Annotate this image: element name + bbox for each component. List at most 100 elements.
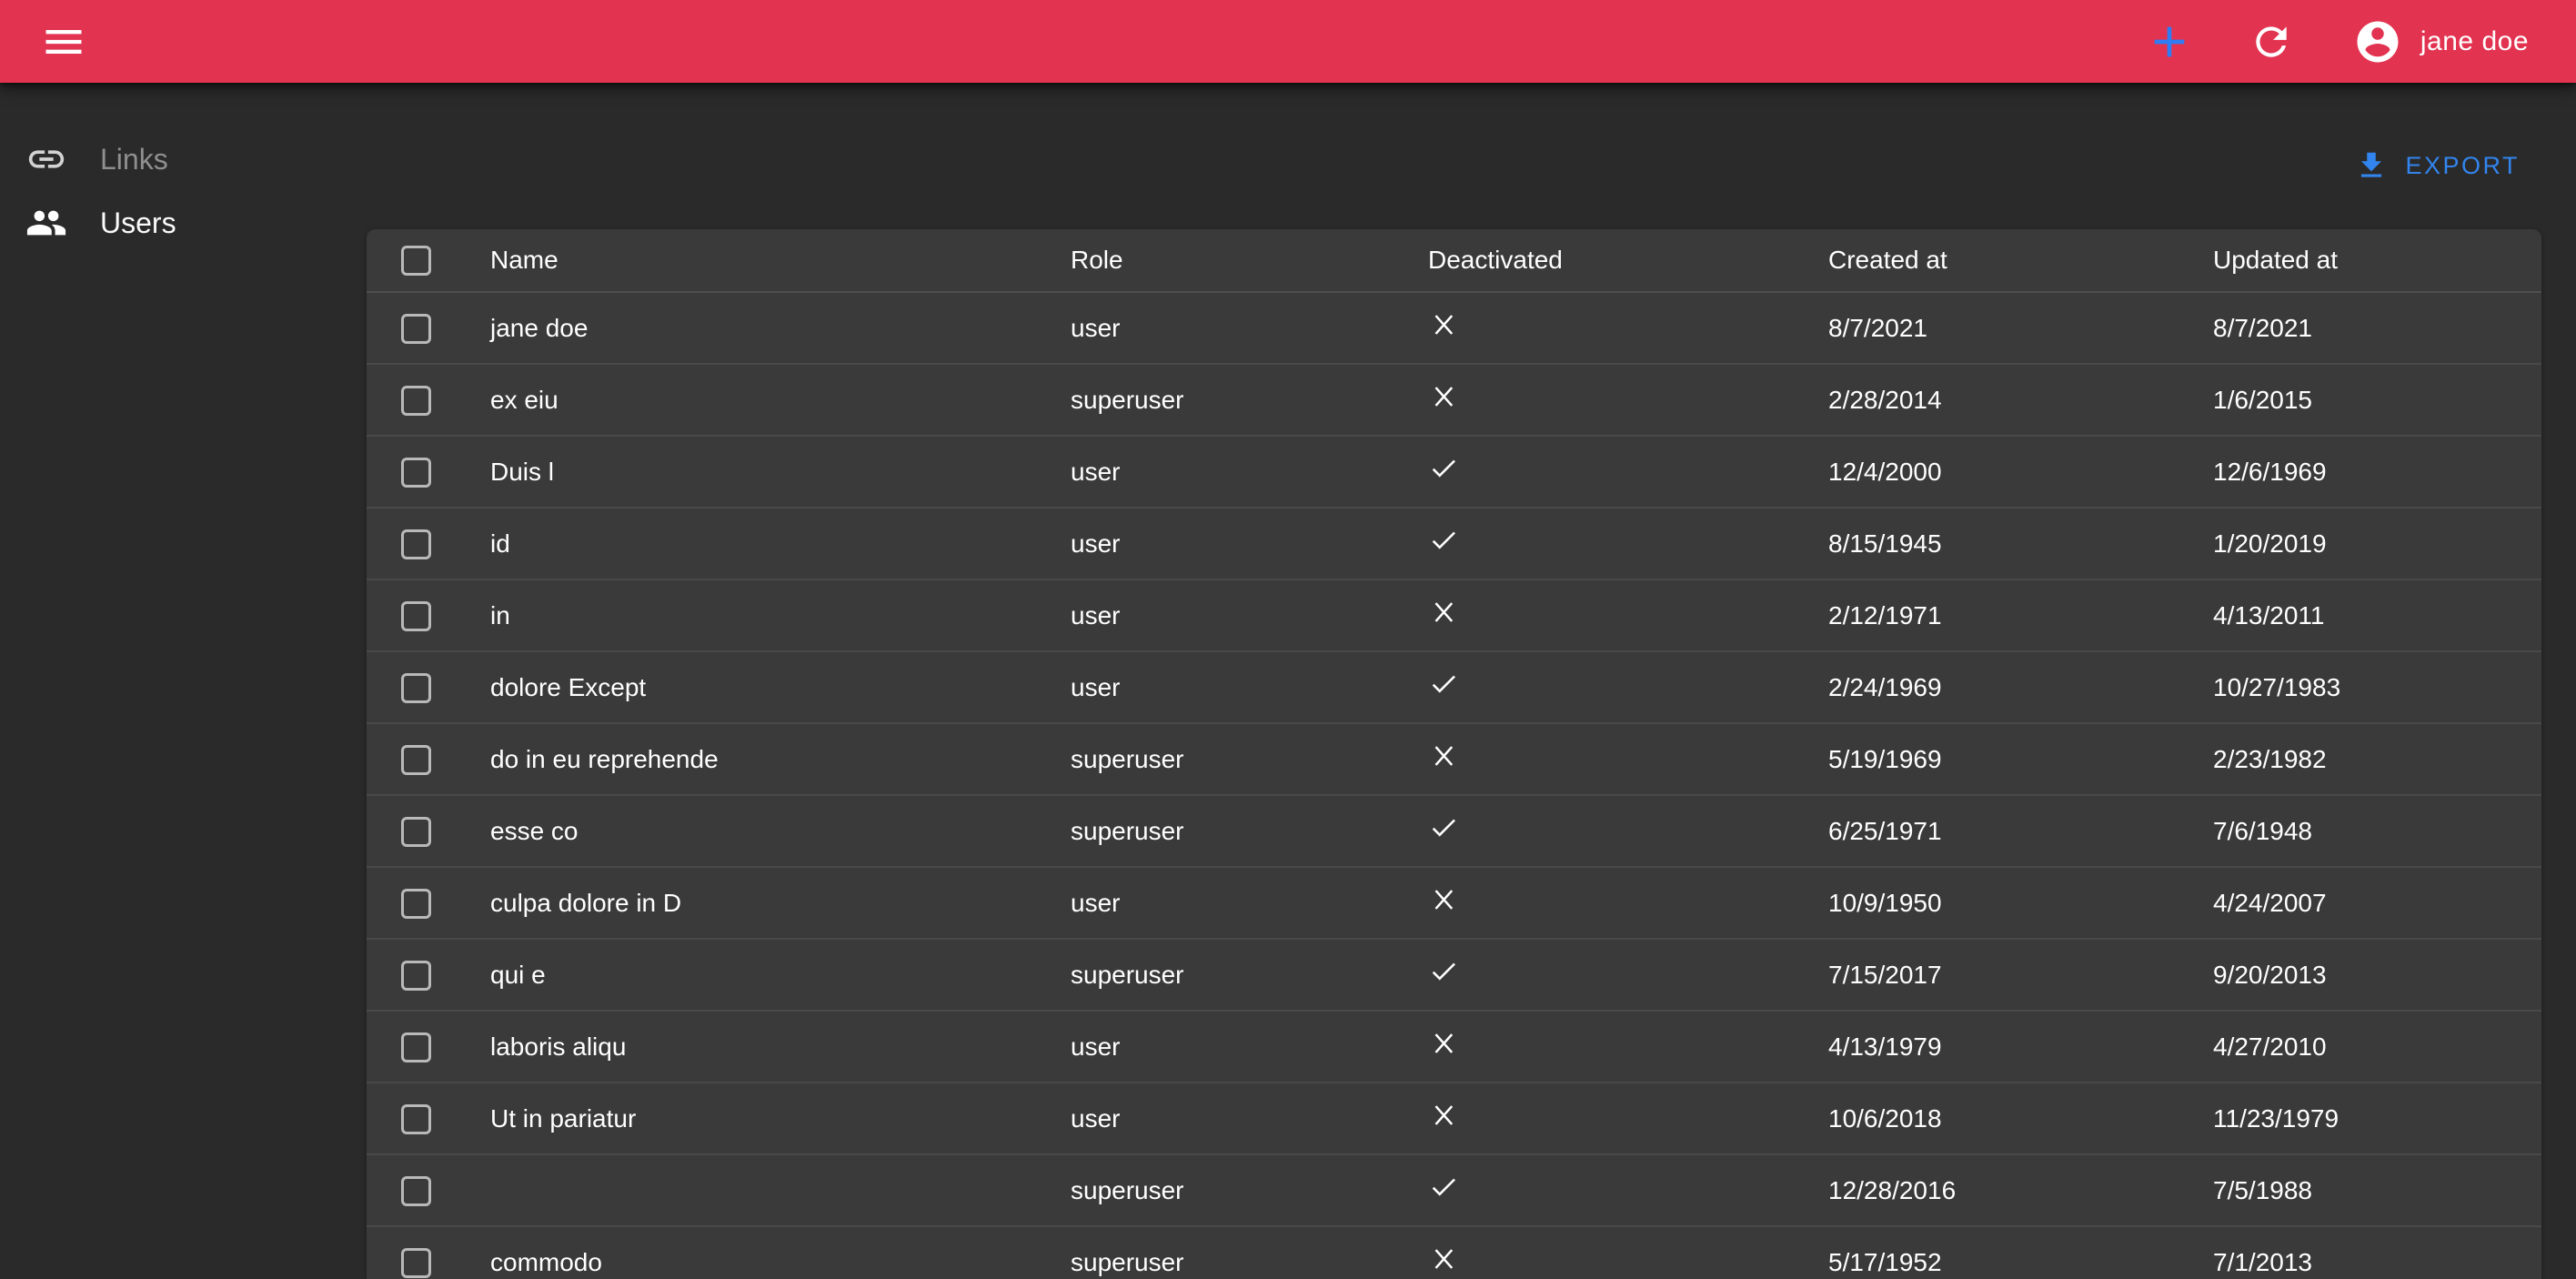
table-row[interactable]: ex eiu superuser 2/28/2014 1/6/2015 bbox=[367, 364, 2541, 436]
table-row[interactable]: superuser 12/28/2016 7/5/1988 bbox=[367, 1154, 2541, 1226]
cell-deactivated bbox=[1414, 1011, 1814, 1083]
table-row[interactable]: dolore Except user 2/24/1969 10/27/1983 bbox=[367, 651, 2541, 723]
cell-deactivated bbox=[1414, 939, 1814, 1011]
row-checkbox[interactable] bbox=[401, 386, 431, 416]
column-header-role[interactable]: Role bbox=[1056, 229, 1414, 292]
sidebar-item-users[interactable]: Users bbox=[0, 191, 367, 255]
cell-role: user bbox=[1056, 867, 1414, 939]
cell-created-at: 6/25/1971 bbox=[1814, 795, 2199, 867]
cell-created-at: 7/15/2017 bbox=[1814, 939, 2199, 1011]
table-row[interactable]: do in eu reprehende superuser 5/19/1969 … bbox=[367, 723, 2541, 795]
cell-role: user bbox=[1056, 651, 1414, 723]
row-checkbox[interactable] bbox=[401, 961, 431, 991]
clear-icon bbox=[1428, 309, 1459, 347]
users-list-page: EXPORT Name Role Deactivated Created at … bbox=[367, 83, 2576, 1279]
select-all-checkbox[interactable] bbox=[401, 246, 431, 276]
cell-deactivated bbox=[1414, 651, 1814, 723]
download-icon bbox=[2354, 148, 2389, 183]
table-row[interactable]: esse co superuser 6/25/1971 7/6/1948 bbox=[367, 795, 2541, 867]
table-row[interactable]: jane doe user 8/7/2021 8/7/2021 bbox=[367, 292, 2541, 364]
row-checkbox[interactable] bbox=[401, 1248, 431, 1278]
cell-name: in bbox=[476, 579, 1056, 651]
column-header-updated-at[interactable]: Updated at bbox=[2199, 229, 2541, 292]
cell-updated-at: 7/5/1988 bbox=[2199, 1154, 2541, 1226]
column-header-created-at[interactable]: Created at bbox=[1814, 229, 2199, 292]
table-row[interactable]: Duis l user 12/4/2000 12/6/1969 bbox=[367, 436, 2541, 508]
cell-created-at: 2/12/1971 bbox=[1814, 579, 2199, 651]
cell-role: superuser bbox=[1056, 723, 1414, 795]
menu-button[interactable] bbox=[36, 15, 91, 69]
row-checkbox[interactable] bbox=[401, 529, 431, 559]
row-checkbox[interactable] bbox=[401, 745, 431, 775]
people-icon bbox=[25, 202, 67, 244]
cell-updated-at: 8/7/2021 bbox=[2199, 292, 2541, 364]
table-row[interactable]: in user 2/12/1971 4/13/2011 bbox=[367, 579, 2541, 651]
table-row[interactable]: id user 8/15/1945 1/20/2019 bbox=[367, 508, 2541, 579]
cell-role: superuser bbox=[1056, 939, 1414, 1011]
cell-role: user bbox=[1056, 1011, 1414, 1083]
cell-deactivated bbox=[1414, 436, 1814, 508]
row-checkbox[interactable] bbox=[401, 458, 431, 488]
cell-updated-at: 1/20/2019 bbox=[2199, 508, 2541, 579]
clear-icon bbox=[1428, 1244, 1459, 1279]
menu-icon bbox=[40, 18, 87, 65]
cell-role: user bbox=[1056, 1083, 1414, 1154]
cell-created-at: 4/13/1979 bbox=[1814, 1011, 2199, 1083]
column-header-deactivated[interactable]: Deactivated bbox=[1414, 229, 1814, 292]
check-icon bbox=[1428, 812, 1459, 850]
cell-updated-at: 11/23/1979 bbox=[2199, 1083, 2541, 1154]
table-row[interactable]: qui e superuser 7/15/2017 9/20/2013 bbox=[367, 939, 2541, 1011]
cell-updated-at: 7/6/1948 bbox=[2199, 795, 2541, 867]
row-checkbox[interactable] bbox=[401, 817, 431, 847]
table-row[interactable]: culpa dolore in D user 10/9/1950 4/24/20… bbox=[367, 867, 2541, 939]
row-checkbox[interactable] bbox=[401, 601, 431, 631]
account-circle-icon bbox=[2353, 17, 2402, 66]
cell-created-at: 2/28/2014 bbox=[1814, 364, 2199, 436]
user-name: jane doe bbox=[2420, 26, 2529, 57]
cell-role: user bbox=[1056, 436, 1414, 508]
check-icon bbox=[1428, 525, 1459, 562]
cell-updated-at: 4/27/2010 bbox=[2199, 1011, 2541, 1083]
table-row[interactable]: commodo superuser 5/17/1952 7/1/2013 bbox=[367, 1226, 2541, 1279]
cell-created-at: 12/4/2000 bbox=[1814, 436, 2199, 508]
row-checkbox[interactable] bbox=[401, 1176, 431, 1206]
row-checkbox[interactable] bbox=[401, 1104, 431, 1134]
column-header-name[interactable]: Name bbox=[476, 229, 1056, 292]
cell-name: esse co bbox=[476, 795, 1056, 867]
export-button[interactable]: EXPORT bbox=[2341, 139, 2532, 192]
row-checkbox[interactable] bbox=[401, 314, 431, 344]
row-checkbox[interactable] bbox=[401, 889, 431, 919]
table-row[interactable]: Ut in pariatur user 10/6/2018 11/23/1979 bbox=[367, 1083, 2541, 1154]
cell-name: jane doe bbox=[476, 292, 1056, 364]
refresh-button[interactable] bbox=[2246, 16, 2297, 67]
list-toolbar: EXPORT bbox=[2341, 136, 2532, 195]
cell-deactivated bbox=[1414, 508, 1814, 579]
cell-name bbox=[476, 1154, 1056, 1226]
cell-updated-at: 2/23/1982 bbox=[2199, 723, 2541, 795]
clear-icon bbox=[1428, 740, 1459, 778]
cell-name: Ut in pariatur bbox=[476, 1083, 1056, 1154]
cell-updated-at: 4/13/2011 bbox=[2199, 579, 2541, 651]
check-icon bbox=[1428, 453, 1459, 490]
users-table-card: Name Role Deactivated Created at Updated… bbox=[367, 229, 2541, 1279]
cell-deactivated bbox=[1414, 1154, 1814, 1226]
cell-deactivated bbox=[1414, 364, 1814, 436]
cell-name: commodo bbox=[476, 1226, 1056, 1279]
table-row[interactable]: laboris aliqu user 4/13/1979 4/27/2010 bbox=[367, 1011, 2541, 1083]
cell-created-at: 8/7/2021 bbox=[1814, 292, 2199, 364]
check-icon bbox=[1428, 669, 1459, 706]
link-icon bbox=[25, 138, 67, 180]
cell-deactivated bbox=[1414, 1083, 1814, 1154]
check-icon bbox=[1428, 956, 1459, 993]
app-bar: jane doe bbox=[0, 0, 2576, 83]
cell-deactivated bbox=[1414, 1226, 1814, 1279]
row-checkbox[interactable] bbox=[401, 1032, 431, 1062]
cell-name: laboris aliqu bbox=[476, 1011, 1056, 1083]
cell-deactivated bbox=[1414, 867, 1814, 939]
create-button[interactable] bbox=[2140, 13, 2199, 71]
cell-created-at: 2/24/1969 bbox=[1814, 651, 2199, 723]
sidebar-item-links[interactable]: Links bbox=[0, 127, 367, 191]
row-checkbox[interactable] bbox=[401, 673, 431, 703]
cell-role: superuser bbox=[1056, 795, 1414, 867]
user-menu[interactable]: jane doe bbox=[2353, 17, 2529, 66]
